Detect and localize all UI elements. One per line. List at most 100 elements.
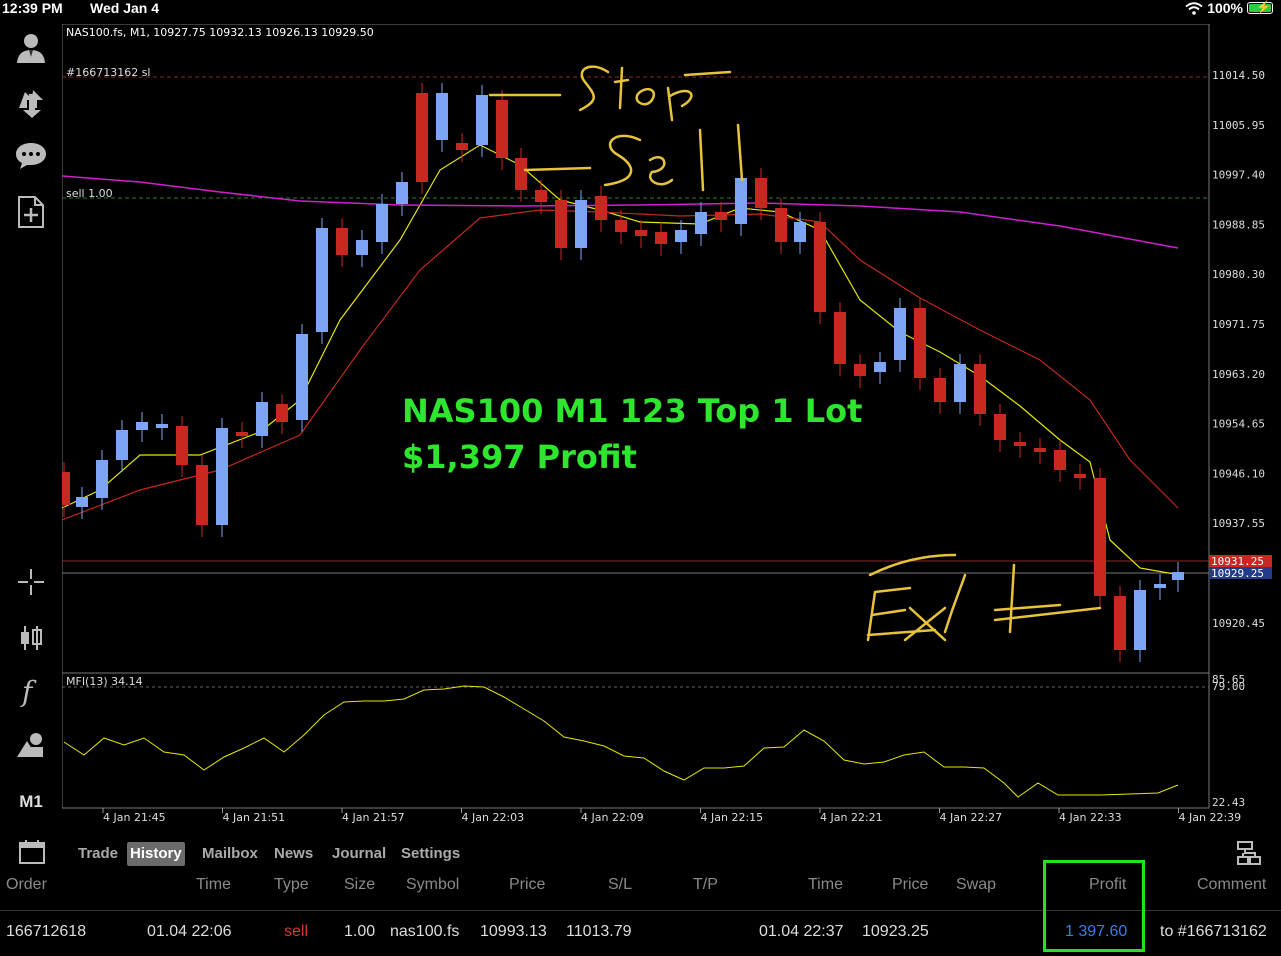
annotation-stroke [943, 573, 967, 634]
col-sl[interactable]: S/L [608, 876, 632, 894]
candle-body [814, 222, 826, 312]
tab-mailbox[interactable]: Mailbox [199, 842, 261, 866]
price-tick-label: 10988.85 [1212, 218, 1265, 231]
candle-body [894, 308, 906, 360]
battery-percent: 100% [1207, 0, 1243, 16]
price-tick-label: 10980.30 [1212, 268, 1265, 281]
cell-comment: to #166713162 [1160, 923, 1267, 940]
chat-icon[interactable] [0, 134, 62, 178]
stop-loss-label: #166713162 sl [66, 66, 151, 79]
annotation-stroke [666, 86, 693, 122]
trade-icon[interactable] [0, 80, 62, 124]
candle-body [555, 200, 567, 248]
tab-journal[interactable]: Journal [329, 842, 389, 866]
col-type[interactable]: Type [274, 876, 309, 894]
bid-price-label: 10929.25 [1211, 567, 1264, 580]
candle-body [1154, 584, 1166, 588]
col-tp[interactable]: T/P [693, 876, 718, 894]
candle-body [735, 178, 747, 224]
new-document-icon[interactable] [0, 190, 62, 234]
candle-body [755, 178, 767, 208]
col-comment[interactable]: Comment [1197, 876, 1266, 894]
status-date: Wed Jan 4 [90, 0, 159, 16]
time-tick-label: 4 Jan 22:03 [462, 811, 525, 824]
candle-body [496, 100, 508, 158]
tab-settings[interactable]: Settings [398, 842, 463, 866]
col-symbol[interactable]: Symbol [406, 876, 459, 894]
candle-body [974, 364, 986, 414]
mfi-tick-label: 79.00 [1212, 680, 1245, 693]
candle-body [934, 378, 946, 402]
crosshair-icon[interactable] [0, 560, 62, 604]
col-swap[interactable]: Swap [956, 876, 996, 894]
account-icon[interactable] [0, 26, 62, 70]
candle-body [276, 404, 288, 422]
candle-body [1114, 596, 1126, 650]
candle-body [1094, 478, 1106, 596]
candle-body [236, 432, 248, 436]
price-tick-label: 10946.10 [1212, 467, 1265, 480]
candle-body [1172, 572, 1184, 580]
candle-body [1074, 474, 1086, 478]
col-size[interactable]: Size [344, 876, 375, 894]
candle-body [136, 422, 148, 430]
candle-body [1014, 442, 1026, 446]
annotation-stroke [683, 70, 732, 77]
annotation-stroke [993, 563, 1102, 634]
mfi-label: MFI(13) 34.14 [66, 675, 143, 688]
col-close-price[interactable]: Price [892, 876, 928, 894]
candle-body [635, 230, 647, 236]
annotation-stroke [868, 553, 957, 577]
time-tick-label: 4 Jan 22:15 [701, 811, 764, 824]
col-open-time[interactable]: Time [196, 876, 231, 894]
annotation-stroke [523, 166, 592, 172]
tab-trade[interactable]: Trade [75, 842, 121, 866]
candle-body [376, 204, 388, 242]
candle-body [655, 232, 667, 244]
cell-close-price: 10923.25 [862, 923, 929, 940]
time-tick-label: 4 Jan 22:09 [581, 811, 644, 824]
tab-news[interactable]: News [271, 842, 316, 866]
function-icon[interactable]: f [0, 670, 62, 714]
annotation-stroke [736, 123, 744, 182]
time-tick-label: 4 Jan 21:51 [223, 811, 286, 824]
timeframe-button[interactable]: M1 [0, 780, 62, 824]
candle-body [176, 426, 188, 465]
col-order[interactable]: Order [6, 876, 47, 894]
time-tick-label: 4 Jan 21:45 [103, 811, 166, 824]
candle-body [476, 95, 488, 145]
time-tick-label: 4 Jan 22:39 [1179, 811, 1242, 824]
candle-body [575, 200, 587, 248]
col-close-time[interactable]: Time [808, 876, 843, 894]
price-tick-label: 11005.95 [1212, 119, 1265, 132]
cell-size: 1.00 [344, 923, 376, 940]
objects-icon[interactable] [0, 724, 62, 768]
candle-body [96, 460, 108, 498]
candlestick-icon[interactable] [0, 616, 62, 660]
overlay-line-1: NAS100 M1 123 Top 1 Lot [402, 392, 863, 430]
cell-open-time: 01.04 22:06 [147, 923, 232, 940]
status-right: 100% ⚡ [1185, 0, 1273, 16]
annotation-stroke [613, 66, 630, 110]
annotation-stroke [648, 156, 674, 186]
status-bar: 12:39 PM Wed Jan 4 100% ⚡ [0, 0, 1281, 18]
candle-body [116, 430, 128, 460]
calendar-icon[interactable] [18, 839, 46, 865]
cell-sl: 11013.79 [566, 923, 632, 940]
price-tick-label: 10971.75 [1212, 318, 1265, 331]
cell-close-time: 01.04 22:37 [759, 923, 844, 940]
candle-body [216, 428, 228, 525]
layout-icon[interactable] [1236, 840, 1262, 866]
candle-body [62, 472, 70, 505]
tab-history[interactable]: History [127, 842, 185, 866]
candle-body [336, 228, 348, 255]
time-tick-label: 4 Jan 21:57 [342, 811, 405, 824]
col-open-price[interactable]: Price [509, 876, 545, 894]
candle-body [715, 212, 727, 220]
candle-body [156, 424, 168, 428]
mfi-tick-label: 22.43 [1212, 796, 1245, 809]
candle-body [356, 240, 368, 255]
candle-body [396, 182, 408, 204]
candle-body [296, 334, 308, 420]
price-tick-label: 10963.20 [1212, 368, 1265, 381]
